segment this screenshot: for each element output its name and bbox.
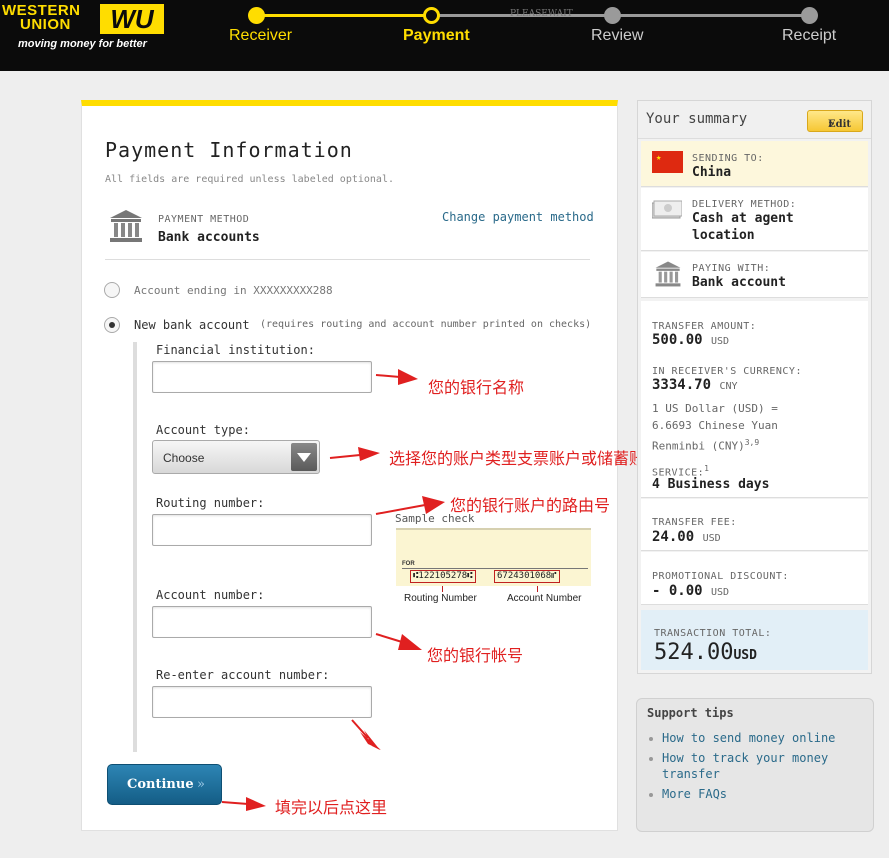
- transfer-fee-value: 24.00 USD: [652, 529, 721, 545]
- radio-new-bank-account[interactable]: [104, 317, 120, 333]
- sending-to-value: China: [692, 165, 732, 180]
- tip-send-money-link[interactable]: How to send money online: [662, 730, 835, 746]
- step-label-review: Review: [591, 27, 644, 44]
- step-label-receiver: Receiver: [229, 27, 293, 44]
- step-dot-review: [604, 7, 621, 24]
- account-number-input[interactable]: [152, 606, 372, 638]
- annotation-continue: 填完以后点这里: [275, 798, 388, 817]
- delivery-method-label: DELIVERY METHOD:: [692, 199, 797, 210]
- check-account-digits: 6724301068⑈: [494, 570, 560, 583]
- routing-number-label: Routing number:: [156, 496, 265, 510]
- account-type-label: Account type:: [156, 423, 250, 437]
- summary-header: Your summary Edit»: [638, 101, 871, 139]
- page-subtitle: All fields are required unless labeled o…: [105, 174, 394, 185]
- page-title: Payment Information: [105, 138, 353, 162]
- continue-label: Continue: [127, 777, 194, 792]
- account-pointer: [537, 586, 538, 592]
- summary-fee: TRANSFER FEE: 24.00 USD: [641, 499, 868, 551]
- routing-pointer: [442, 586, 443, 592]
- edit-button[interactable]: Edit»: [807, 110, 863, 132]
- check-for-text: FOR: [402, 561, 415, 567]
- continue-button[interactable]: Continue »: [107, 764, 222, 805]
- step-dot-payment: [423, 7, 440, 24]
- annotation-bank-name: 您的银行名称: [428, 378, 525, 397]
- receiver-currency-label: IN RECEIVER'S CURRENCY:: [652, 366, 802, 377]
- summary-panel: Your summary Edit» ★ SENDING TO: China D…: [637, 100, 872, 674]
- summary-promo: PROMOTIONAL DISCOUNT: - 0.00 USD: [641, 552, 868, 605]
- tip-track-money-link[interactable]: How to track your money transfer: [662, 750, 828, 782]
- step-label-payment: Payment: [403, 27, 470, 44]
- bullet-icon: [649, 793, 653, 797]
- paying-with-label: PAYING WITH:: [692, 263, 771, 274]
- step-label-receipt: Receipt: [782, 27, 837, 44]
- reenter-account-number-label: Re-enter account number:: [156, 668, 330, 682]
- bank-icon: [655, 261, 681, 287]
- financial-institution-input[interactable]: [152, 361, 372, 393]
- check-routing-label: Routing Number: [404, 593, 477, 604]
- account-number-label: Account number:: [156, 588, 265, 602]
- divider: [105, 259, 590, 260]
- bullet-icon: [649, 757, 653, 761]
- step-dot-receiver: [248, 7, 265, 24]
- total-label: TRANSACTION TOTAL:: [654, 628, 772, 639]
- receiver-amount-value: 3334.70 CNY: [652, 377, 738, 393]
- summary-delivery: DELIVERY METHOD: Cash at agent location: [641, 188, 868, 251]
- annotation-routing: 您的银行账户的路由号: [450, 496, 611, 515]
- bank-icon: [110, 210, 142, 242]
- change-payment-method-link[interactable]: Change payment method: [442, 210, 594, 224]
- cash-icon: [652, 200, 682, 219]
- transfer-fee-label: TRANSFER FEE:: [652, 517, 737, 528]
- tip-faqs-link[interactable]: More FAQs: [662, 786, 727, 802]
- form-group-bar: [133, 342, 137, 752]
- delivery-method-value-2: location: [692, 228, 755, 243]
- china-flag-icon: ★: [652, 151, 683, 173]
- payment-method-label: PAYMENT METHOD: [158, 214, 250, 225]
- radio-existing-account[interactable]: [104, 282, 120, 298]
- sending-to-label: SENDING TO:: [692, 153, 764, 164]
- paying-with-value: Bank account: [692, 275, 786, 290]
- existing-account-label: Account ending in XXXXXXXXX288: [134, 284, 333, 297]
- transfer-amount-label: TRANSFER AMOUNT:: [652, 321, 757, 332]
- progress-line-done: [256, 14, 432, 17]
- new-bank-account-label: New bank account: [134, 318, 250, 332]
- annotation-account-number: 您的银行帐号: [427, 646, 524, 665]
- account-type-selected: Choose: [163, 451, 205, 465]
- financial-institution-label: Financial institution:: [156, 343, 315, 357]
- support-tips-panel: Support tips How to send money online Ho…: [636, 698, 874, 832]
- summary-total: TRANSACTION TOTAL: 524.00USD: [641, 610, 868, 670]
- summary-paying-with: PAYING WITH: Bank account: [641, 252, 868, 298]
- check-routing-digits: ⑆122105278⑆: [410, 570, 476, 583]
- transfer-amount-value: 500.00 USD: [652, 332, 730, 348]
- delivery-method-value-1: Cash at agent: [692, 211, 794, 226]
- summary-amounts: TRANSFER AMOUNT: 500.00 USD IN RECEIVER'…: [641, 301, 868, 498]
- account-type-select[interactable]: Choose: [152, 440, 320, 474]
- payment-method-value: Bank accounts: [158, 230, 260, 245]
- support-tips-title: Support tips: [647, 706, 734, 720]
- annotation-account-type: 选择您的账户类型支票账户或储蓄账户: [389, 449, 662, 468]
- exchange-rate: 1 US Dollar (USD) = 6.6693 Chinese Yuan …: [652, 402, 778, 453]
- check-memo-line: [402, 568, 588, 569]
- total-value: 524.00USD: [654, 640, 757, 665]
- summary-title: Your summary: [646, 111, 748, 127]
- step-overlap-text: PLEASEWAIT: [510, 9, 573, 19]
- check-account-label: Account Number: [507, 593, 582, 604]
- bullet-icon: [649, 737, 653, 741]
- sample-check-image: FOR ⑆122105278⑆ 6724301068⑈: [396, 528, 591, 586]
- step-dot-receipt: [801, 7, 818, 24]
- continue-chevron-icon: »: [197, 777, 205, 792]
- new-bank-account-note: (requires routing and account number pri…: [260, 319, 592, 330]
- service-value: 4 Business days: [652, 477, 770, 492]
- reenter-account-number-input[interactable]: [152, 686, 372, 718]
- progress-steps: Receiver Payment Review Receipt: [0, 0, 889, 71]
- site-header: WESTERN UNION WU moving money for better…: [0, 0, 889, 71]
- summary-sending-to: ★ SENDING TO: China: [641, 141, 868, 187]
- chevron-down-icon: [291, 443, 317, 471]
- promo-label: PROMOTIONAL DISCOUNT:: [652, 571, 789, 582]
- routing-number-input[interactable]: [152, 514, 372, 546]
- promo-value: - 0.00 USD: [652, 583, 730, 599]
- progress-line-todo: [432, 14, 810, 17]
